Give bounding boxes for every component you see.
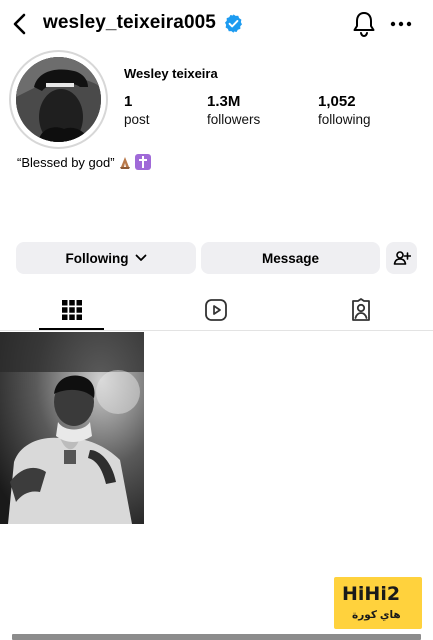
profile-tabs bbox=[0, 290, 433, 331]
folded-hands-emoji-icon bbox=[117, 154, 133, 170]
posts-count-label: post bbox=[124, 112, 150, 127]
profile-bio: “Blessed by god” bbox=[17, 154, 151, 170]
bell-icon bbox=[353, 12, 375, 38]
posts-count: 1 post bbox=[124, 93, 150, 129]
post-thumbnail[interactable] bbox=[0, 332, 144, 524]
profile-display-name: Wesley teixeira bbox=[124, 66, 218, 81]
tab-posts-grid[interactable] bbox=[17, 290, 127, 330]
followers-count[interactable]: 1.3M followers bbox=[207, 93, 260, 129]
bio-text: “Blessed by god” bbox=[17, 154, 115, 170]
following-count-value: 1,052 bbox=[318, 93, 356, 110]
tab-reels[interactable] bbox=[161, 290, 271, 330]
suggested-people-button[interactable] bbox=[386, 242, 417, 274]
more-horizontal-icon bbox=[390, 21, 412, 27]
profile-avatar[interactable] bbox=[9, 50, 108, 149]
profile-username: wesley_teixeira005 bbox=[43, 12, 216, 33]
person-add-icon bbox=[393, 251, 411, 265]
chevron-down-icon bbox=[135, 254, 146, 261]
following-button[interactable]: Following bbox=[16, 242, 196, 274]
following-count-label: following bbox=[318, 112, 371, 127]
watermark-logo: HiHi2 هاي كورة bbox=[334, 577, 422, 629]
chevron-left-icon bbox=[13, 13, 26, 35]
more-options-button[interactable] bbox=[390, 14, 412, 34]
watermark-subtitle: هاي كورة bbox=[352, 609, 401, 621]
watermark-logo-text: HiHi2 bbox=[342, 583, 401, 605]
reels-icon bbox=[205, 299, 227, 321]
active-tab-indicator bbox=[39, 328, 104, 330]
tagged-person-icon bbox=[352, 298, 370, 321]
bottom-edge-bar bbox=[12, 634, 421, 640]
posts-count-value: 1 bbox=[124, 93, 133, 110]
grid-icon bbox=[62, 300, 82, 320]
latin-cross-emoji-icon bbox=[134, 154, 151, 170]
message-button[interactable]: Message bbox=[201, 242, 380, 274]
back-button[interactable] bbox=[10, 12, 32, 36]
notifications-button[interactable] bbox=[351, 10, 377, 38]
following-button-label: Following bbox=[65, 250, 129, 266]
avatar-photo bbox=[16, 57, 101, 142]
following-count[interactable]: 1,052 following bbox=[318, 93, 371, 129]
followers-count-label: followers bbox=[207, 112, 261, 127]
verified-badge-icon bbox=[223, 13, 244, 34]
followers-count-value: 1.3M bbox=[207, 93, 241, 110]
tab-tagged[interactable] bbox=[306, 290, 416, 330]
top-bar: wesley_teixeira005 bbox=[0, 0, 433, 48]
message-button-label: Message bbox=[261, 250, 320, 266]
